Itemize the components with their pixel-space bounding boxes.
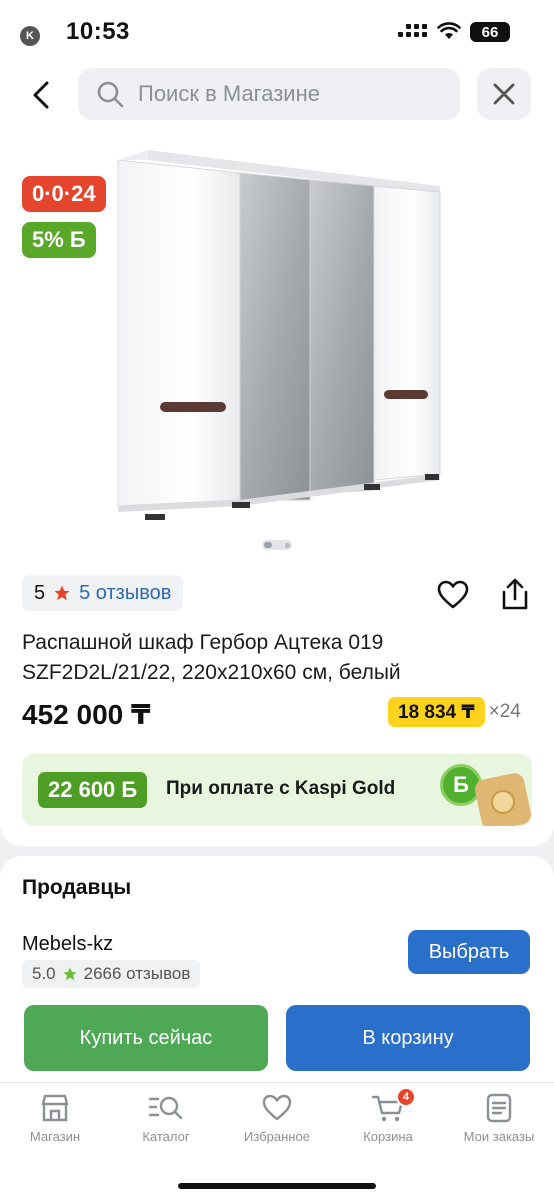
tab-favorites[interactable]: Избранное (227, 1093, 327, 1153)
share-icon (502, 578, 528, 610)
rating-value: 5 (34, 581, 46, 604)
installment-offer[interactable]: 18 834 ₸ ×24 (388, 697, 521, 727)
product-gallery[interactable]: 0·0·24 5% Б (0, 128, 554, 558)
cellular-signal-icon (398, 24, 427, 37)
status-bar: K 10:53 66 (0, 0, 554, 62)
shop-icon (41, 1094, 69, 1122)
favorite-button[interactable] (434, 576, 472, 614)
orders-icon (486, 1093, 512, 1123)
catalog-search-icon (148, 1096, 183, 1120)
sellers-section: Продавцы Mebels-kz 5.0 2666 отзывов Выбр… (0, 856, 554, 1082)
star-icon (54, 585, 70, 601)
rating-chip[interactable]: 5 5 отзывов (22, 575, 184, 611)
kaspi-gold-card-icon (473, 771, 532, 826)
tab-catalog[interactable]: Каталог (116, 1093, 216, 1153)
seller-rating-value: 5.0 (32, 964, 56, 983)
sellers-heading: Продавцы (22, 876, 132, 899)
clock: 10:53 (66, 18, 130, 45)
close-icon (493, 83, 515, 105)
tab-label: Магазин (29, 1129, 81, 1144)
search-input[interactable] (138, 81, 438, 107)
seller-reviews: 2666 отзывов (83, 964, 191, 983)
back-button[interactable] (22, 76, 60, 114)
tab-label: Корзина (363, 1129, 413, 1144)
app-label: K (20, 26, 40, 46)
wifi-icon (437, 22, 461, 39)
bonus-badge: 5% Б (22, 222, 96, 258)
search-header (0, 62, 554, 128)
buy-now-button[interactable]: Купить сейчас (24, 1005, 268, 1071)
pagination-dot-active (264, 542, 272, 548)
cart-count-badge: 4 (396, 1087, 416, 1107)
product-price: 452 000 ₸ (22, 699, 151, 730)
tab-orders[interactable]: Мои заказы (449, 1093, 549, 1153)
close-button[interactable] (477, 68, 531, 120)
pagination-dot (285, 542, 290, 548)
heart-icon (437, 580, 469, 609)
share-button[interactable] (496, 574, 534, 614)
product-card: 0·0·24 5% Б 5 5 отзывов Распашной шкаф Г… (0, 128, 554, 846)
chevron-left-icon (33, 81, 49, 109)
tab-label: Каталог (142, 1129, 190, 1144)
kaspi-gold-banner[interactable]: 22 600 Б При оплате с Kaspi Gold Б (22, 754, 532, 826)
reviews-link[interactable]: 5 отзывов (79, 582, 171, 605)
gold-banner-text: При оплате с Kaspi Gold (166, 778, 396, 799)
installment-amount: 18 834 ₸ (388, 697, 485, 727)
installment-months: ×24 (488, 701, 521, 722)
search-icon (97, 81, 124, 108)
seller-rating: 5.0 2666 отзывов (22, 960, 201, 988)
gold-bonus-amount: 22 600 Б (38, 772, 148, 808)
battery-indicator: 66 (470, 22, 510, 42)
tab-label: Избранное (244, 1129, 310, 1144)
seller-name[interactable]: Mebels-kz (22, 933, 113, 956)
home-indicator (178, 1183, 376, 1189)
tab-shop[interactable]: Магазин (5, 1093, 105, 1153)
kaspi-logo-icon: K (20, 26, 40, 46)
gallery-pagination (262, 540, 292, 550)
search-box[interactable] (78, 68, 460, 120)
timer-badge: 0·0·24 (22, 176, 106, 212)
star-icon (62, 967, 77, 981)
select-seller-button[interactable]: Выбрать (408, 930, 530, 974)
tab-label: Мои заказы (463, 1129, 535, 1144)
product-title: Распашной шкаф Гербор Ацтека 019 SZF2D2L… (22, 631, 401, 684)
bottom-tab-bar: Магазин Каталог Избранное 4 Корзина Мои … (0, 1082, 554, 1200)
tab-cart[interactable]: 4 Корзина (338, 1087, 438, 1153)
add-to-cart-button[interactable]: В корзину (286, 1005, 530, 1071)
heart-icon (262, 1094, 292, 1121)
